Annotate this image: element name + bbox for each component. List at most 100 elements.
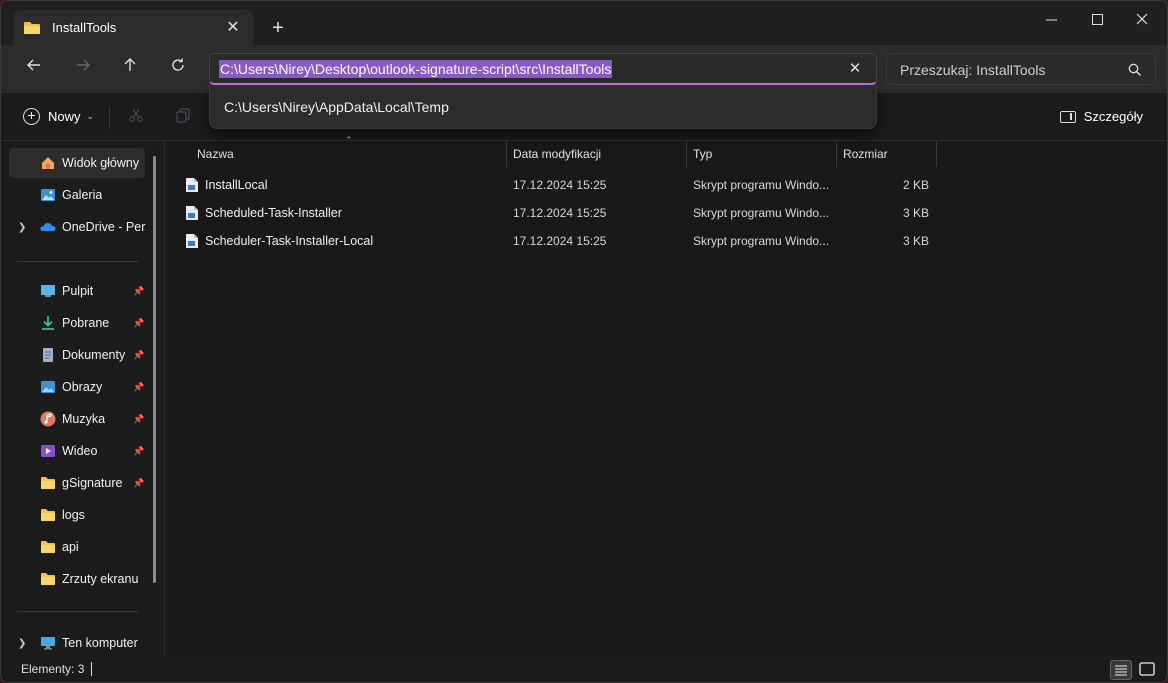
powershell-script-icon: [186, 206, 198, 220]
sidebar-item-label: api: [62, 540, 79, 554]
sidebar-divider: [17, 611, 138, 612]
search-box[interactable]: Przeszukaj: InstallTools: [886, 53, 1156, 85]
download-icon: [42, 316, 54, 330]
sidebar-item-home[interactable]: Widok główny: [9, 148, 145, 178]
pin-icon[interactable]: 📌: [133, 318, 144, 328]
file-name: Scheduled-Task-Installer: [205, 206, 342, 220]
address-path-text[interactable]: C:\Users\Nirey\Desktop\outlook-signature…: [219, 60, 613, 78]
details-view-button[interactable]: [1110, 660, 1132, 680]
column-header-date[interactable]: Data modyfikacji: [513, 141, 601, 167]
sidebar-item-music[interactable]: Muzyka 📌: [9, 404, 145, 434]
file-type: Skrypt programu Windo...: [693, 206, 830, 220]
minimize-button[interactable]: [1028, 7, 1074, 33]
pin-icon[interactable]: 📌: [133, 350, 144, 360]
sidebar-scrollbar[interactable]: [153, 156, 156, 583]
column-divider[interactable]: [506, 141, 507, 167]
sidebar-item-desktop[interactable]: Pulpit 📌: [9, 276, 145, 306]
sort-ascending-icon: ⌃: [345, 135, 353, 145]
pin-icon[interactable]: 📌: [133, 478, 144, 488]
table-row[interactable]: InstallLocal 17.12.2024 15:25 Skrypt pro…: [179, 171, 1139, 199]
search-icon[interactable]: [1127, 62, 1143, 78]
forward-button[interactable]: [71, 57, 95, 81]
computer-icon: [41, 637, 55, 650]
close-tab-icon[interactable]: ✕: [223, 18, 243, 38]
powershell-script-icon: [186, 234, 198, 248]
chevron-right-icon[interactable]: ❯: [18, 222, 26, 233]
sidebar-item-label: Muzyka: [62, 412, 106, 426]
sidebar-item-api[interactable]: api: [9, 532, 145, 562]
sidebar-item-pictures[interactable]: Obrazy 📌: [9, 372, 145, 402]
file-name: Scheduler-Task-Installer-Local: [205, 234, 374, 248]
tab-title: InstallTools: [52, 20, 117, 35]
folder-icon: [41, 509, 55, 521]
sidebar-item-label: Wideo: [62, 444, 98, 458]
column-header-name[interactable]: Nazwa: [197, 141, 234, 167]
copy-button[interactable]: [173, 107, 193, 127]
sidebar-item-label: Widok główny: [62, 156, 140, 170]
copy-icon: [176, 108, 190, 123]
column-divider[interactable]: [686, 141, 687, 167]
tab-installtools[interactable]: InstallTools ✕: [13, 10, 253, 45]
column-header-type[interactable]: Typ: [693, 141, 712, 167]
file-size: 3 KB: [902, 206, 929, 220]
chevron-right-icon[interactable]: ❯: [18, 638, 26, 649]
pin-icon[interactable]: 📌: [133, 286, 144, 296]
file-name: InstallLocal: [205, 178, 268, 192]
address-bar[interactable]: C:\Users\Nirey\Desktop\outlook-signature…: [209, 53, 877, 85]
plus-circle-icon: +: [23, 108, 40, 125]
refresh-button[interactable]: [166, 57, 190, 81]
pin-icon[interactable]: 📌: [133, 382, 144, 392]
sidebar-item-video[interactable]: Wideo 📌: [9, 436, 145, 466]
new-label: Nowy: [48, 109, 81, 124]
sidebar-item-gallery[interactable]: Galeria: [9, 180, 145, 210]
column-divider[interactable]: [936, 141, 937, 167]
column-divider[interactable]: [836, 141, 837, 167]
folder-icon: [41, 541, 55, 553]
file-size: 3 KB: [902, 234, 929, 248]
new-button[interactable]: + Nowy ⌄: [23, 108, 94, 125]
table-row[interactable]: Scheduler-Task-Installer-Local 17.12.202…: [179, 227, 1139, 255]
title-bar: InstallTools ✕ +: [1, 1, 1167, 45]
file-date: 17.12.2024 15:25: [513, 234, 607, 248]
file-date: 17.12.2024 15:25: [513, 206, 607, 220]
file-explorer-window: InstallTools ✕ + C:\Users\Nirey\Desktop\…: [0, 0, 1168, 683]
address-suggestion-item[interactable]: C:\Users\Nirey\AppData\Local\Temp: [224, 99, 449, 115]
file-type: Skrypt programu Windo...: [693, 234, 830, 248]
file-type: Skrypt programu Windo...: [693, 178, 830, 192]
sidebar-item-screenshots[interactable]: Zrzuty ekranu: [9, 564, 145, 594]
back-button[interactable]: [22, 57, 46, 81]
tiles-view-button[interactable]: [1137, 660, 1159, 680]
sidebar-item-label: Pobrane: [62, 316, 110, 330]
sidebar-item-gsignature[interactable]: gSignature 📌: [9, 468, 145, 498]
new-tab-button[interactable]: +: [267, 17, 289, 39]
sidebar-item-downloads[interactable]: Pobrane 📌: [9, 308, 145, 338]
sidebar-item-label: gSignature: [62, 476, 123, 490]
cut-button[interactable]: [126, 107, 146, 127]
sidebar-item-logs[interactable]: logs: [9, 500, 145, 530]
pin-icon[interactable]: 📌: [133, 414, 144, 424]
folder-icon: [41, 477, 55, 489]
file-date: 17.12.2024 15:25: [513, 178, 607, 192]
gallery-icon: [41, 189, 55, 201]
sidebar-item-label: OneDrive - Personal: [62, 220, 146, 234]
sidebar-item-onedrive[interactable]: ❯ OneDrive - Personal: [9, 212, 146, 242]
sidebar-item-label: Zrzuty ekranu: [62, 572, 139, 586]
maximize-button[interactable]: [1074, 7, 1120, 33]
up-button[interactable]: [118, 57, 142, 81]
pictures-icon: [41, 381, 55, 393]
sidebar-item-this-pc[interactable]: ❯ Ten komputer: [9, 628, 145, 658]
file-size: 2 KB: [902, 178, 929, 192]
sidebar-item-label: Dokumenty: [62, 348, 126, 362]
sidebar-item-documents[interactable]: Dokumenty 📌: [9, 340, 145, 370]
table-row[interactable]: Scheduled-Task-Installer 17.12.2024 15:2…: [179, 199, 1139, 227]
clear-icon[interactable]: ✕: [846, 59, 864, 79]
status-bar: Elementy: 3: [1, 656, 1167, 682]
item-count: Elementy: 3: [21, 662, 85, 676]
column-header-size[interactable]: Rozmiar: [843, 141, 888, 167]
details-button[interactable]: Szczegóły: [1059, 109, 1143, 124]
pin-icon[interactable]: 📌: [133, 446, 144, 456]
arrow-up-icon: [124, 58, 136, 71]
sidebar-item-label: Galeria: [62, 188, 103, 202]
sidebar-item-label: Obrazy: [62, 380, 103, 394]
close-window-button[interactable]: [1119, 7, 1165, 33]
